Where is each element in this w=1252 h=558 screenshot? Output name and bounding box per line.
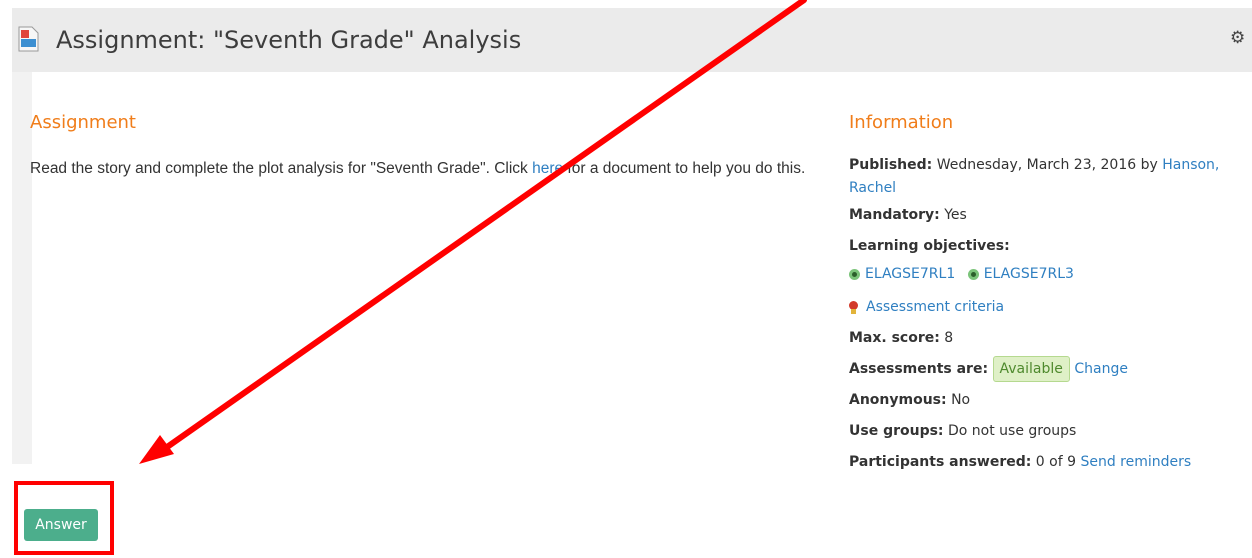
- participants-label: Participants answered:: [849, 454, 1032, 470]
- gear-icon[interactable]: ⚙: [1230, 30, 1246, 47]
- max-score-row: Max. score: 8: [849, 323, 1249, 354]
- content-left-border: [12, 72, 32, 464]
- assessments-label: Assessments are:: [849, 361, 989, 377]
- page-title: Assignment: "Seventh Grade" Analysis: [56, 26, 522, 54]
- status-badge: Available: [992, 356, 1070, 382]
- description-text-before: Read the story and complete the plot ana…: [30, 160, 533, 177]
- mandatory-row: Mandatory: Yes: [849, 200, 1249, 231]
- send-reminders-link[interactable]: Send reminders: [1080, 454, 1191, 470]
- objective-link-2[interactable]: ELAGSE7RL3: [984, 266, 1074, 282]
- description-text-after: for a document to help you do this.: [563, 160, 806, 177]
- objectives-row: Learning objectives:: [849, 231, 1249, 262]
- document-link[interactable]: here: [532, 160, 563, 177]
- published-row: Published: Wednesday, March 23, 2016 by …: [849, 154, 1249, 200]
- max-score-label: Max. score:: [849, 330, 940, 346]
- criteria-row: Assessment criteria: [849, 292, 1249, 323]
- participants-row: Participants answered: 0 of 9 Send remin…: [849, 447, 1249, 478]
- information-heading: Information: [849, 112, 954, 133]
- assessments-row: Assessments are: Available Change: [849, 354, 1249, 385]
- assignment-description: Read the story and complete the plot ana…: [30, 156, 830, 182]
- change-link[interactable]: Change: [1074, 361, 1128, 377]
- groups-label: Use groups:: [849, 423, 944, 439]
- mandatory-value: Yes: [939, 207, 967, 223]
- published-value: Wednesday, March 23, 2016 by: [932, 157, 1163, 173]
- assignment-heading: Assignment: [30, 112, 136, 133]
- information-panel: Published: Wednesday, March 23, 2016 by …: [849, 154, 1249, 478]
- anonymous-value: No: [946, 392, 971, 408]
- groups-row: Use groups: Do not use groups: [849, 416, 1249, 447]
- page-header: Assignment: "Seventh Grade" Analysis ⚙: [12, 8, 1252, 72]
- anonymous-label: Anonymous:: [849, 392, 947, 408]
- document-icon: [18, 26, 39, 52]
- assessment-criteria-link[interactable]: Assessment criteria: [866, 299, 1004, 315]
- anonymous-row: Anonymous: No: [849, 385, 1249, 416]
- objective-icon: [967, 268, 979, 280]
- participants-value: 0 of 9: [1031, 454, 1081, 470]
- award-icon: [849, 300, 858, 314]
- objective-link-1[interactable]: ELAGSE7RL1: [865, 266, 955, 282]
- published-label: Published:: [849, 157, 933, 173]
- mandatory-label: Mandatory:: [849, 207, 940, 223]
- objective-icon: [849, 268, 860, 280]
- answer-button[interactable]: Answer: [24, 509, 98, 541]
- max-score-value: 8: [939, 330, 954, 346]
- groups-value: Do not use groups: [943, 423, 1077, 439]
- objectives-label: Learning objectives:: [849, 238, 1010, 254]
- objectives-list: ELAGSE7RL1 ELAGSE7RL3: [849, 259, 1249, 290]
